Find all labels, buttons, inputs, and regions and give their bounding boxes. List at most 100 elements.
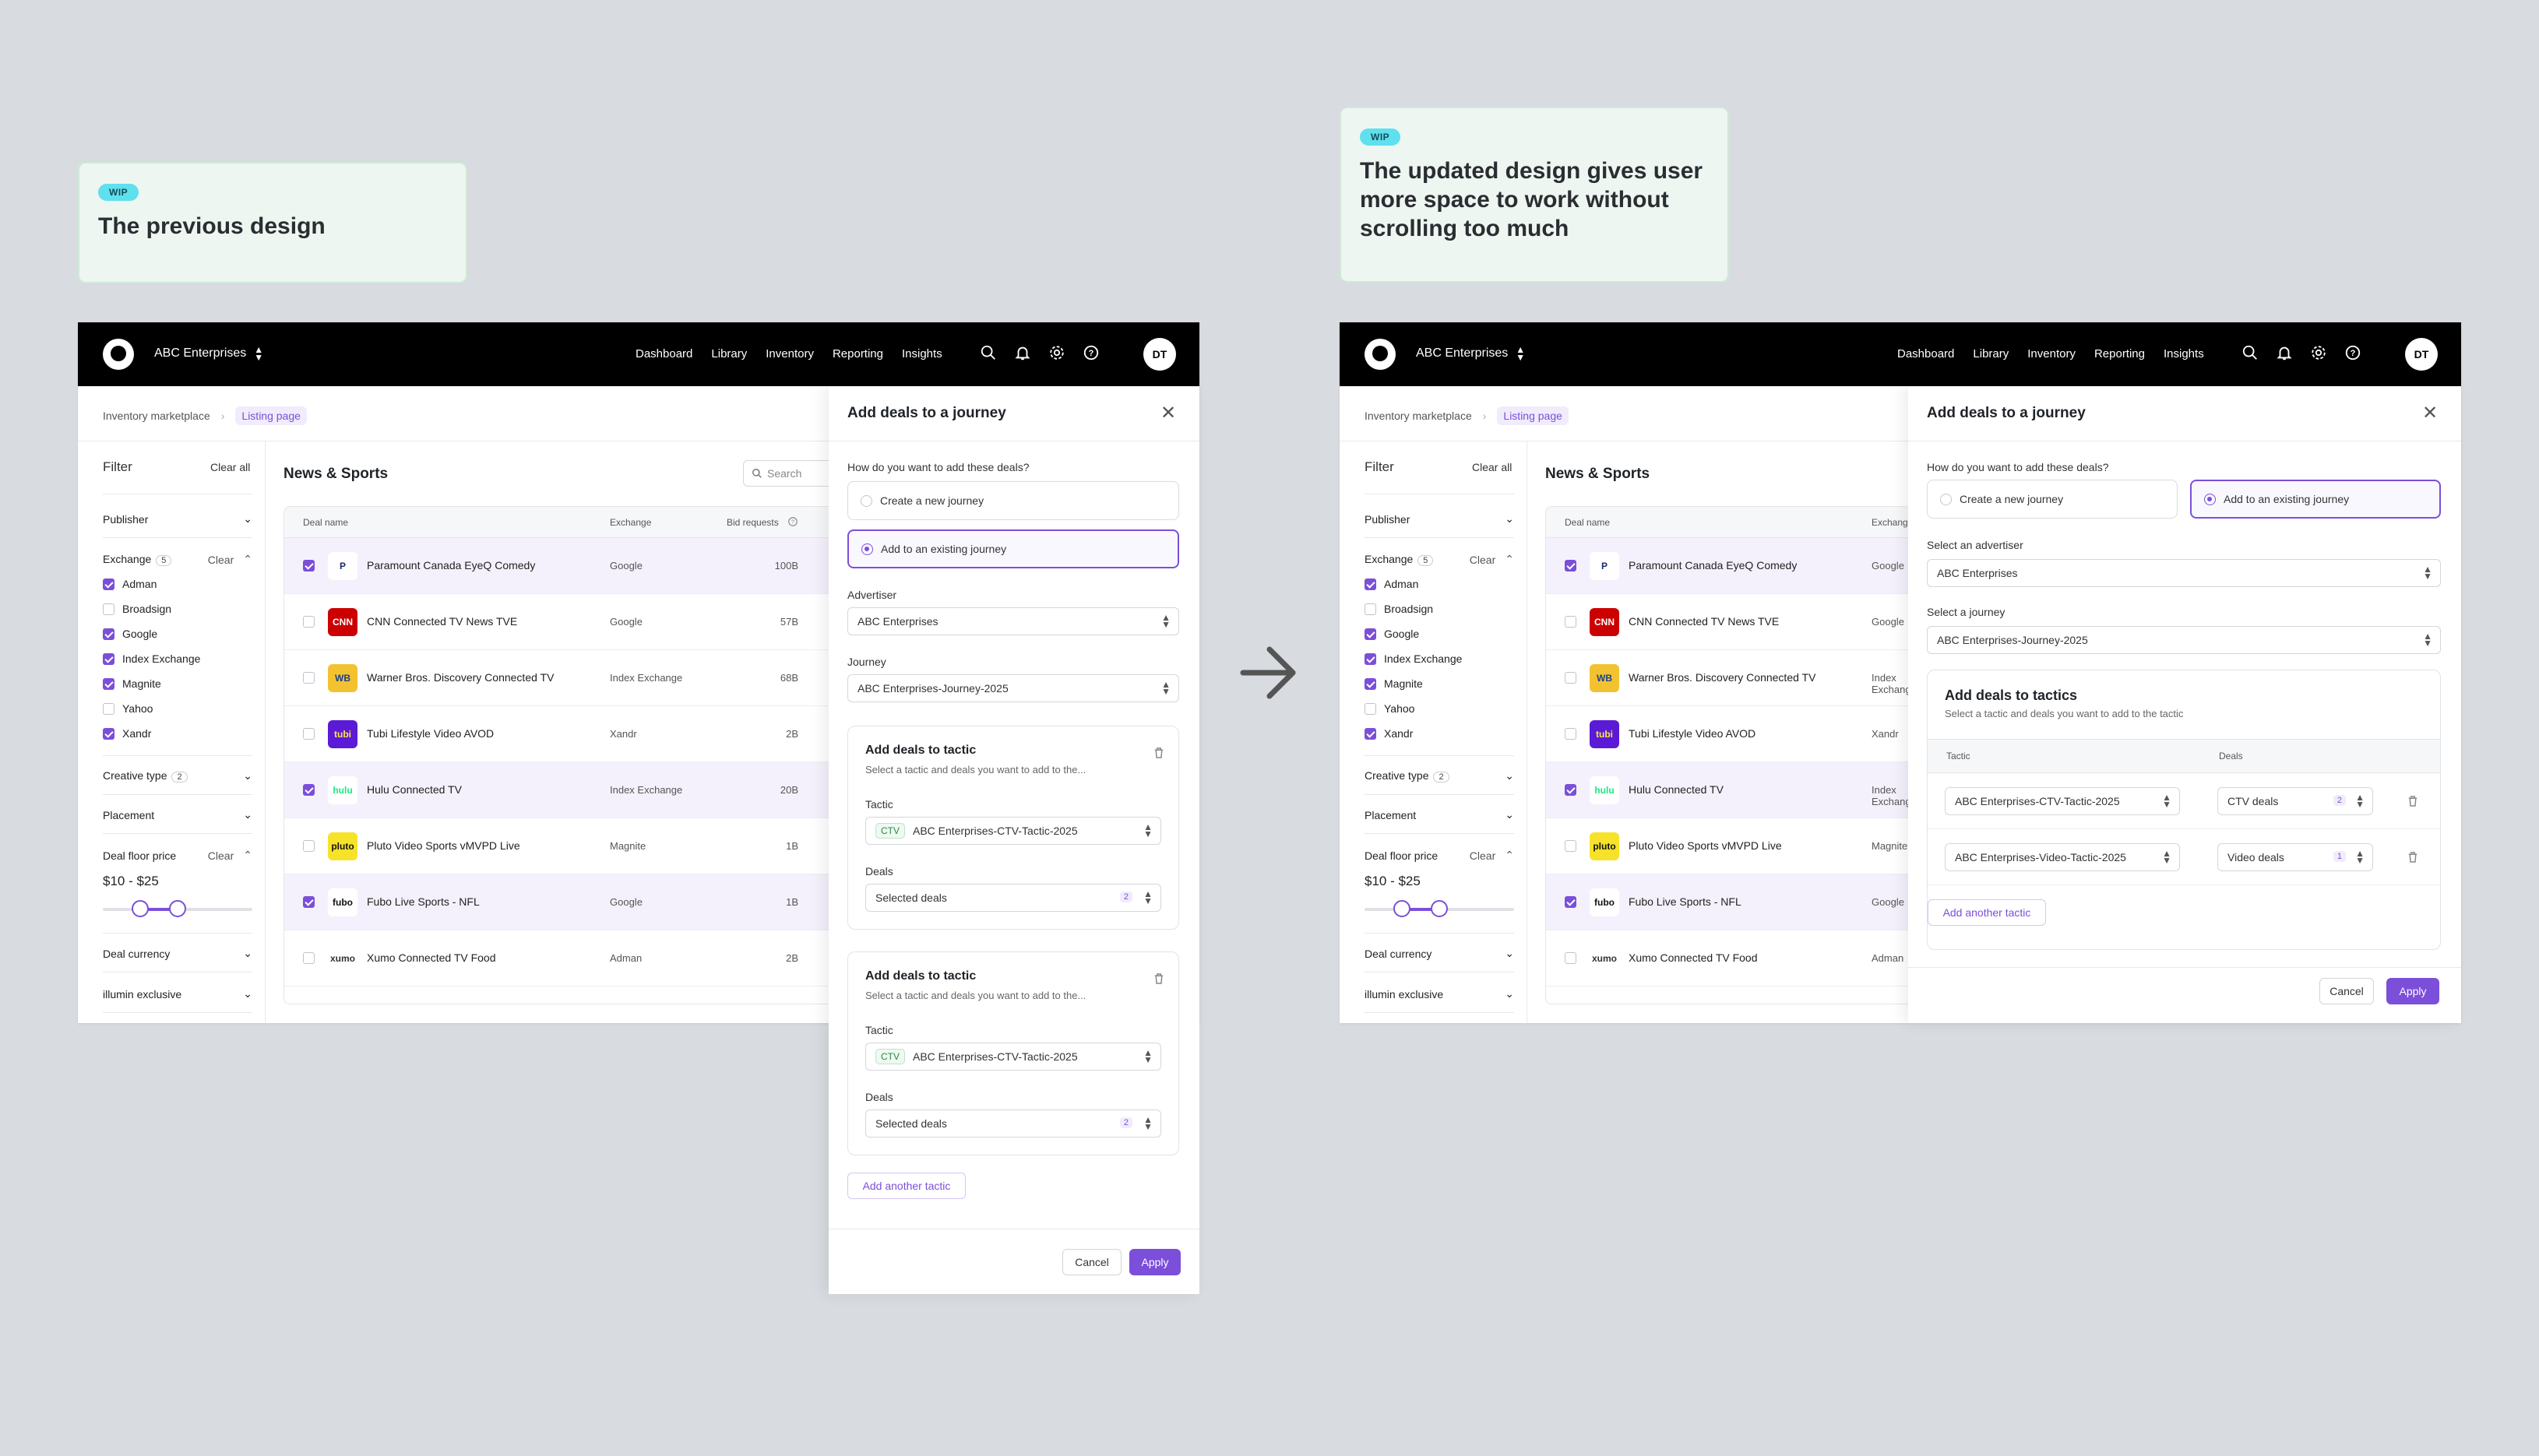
table-row[interactable]: WB Warner Bros. Discovery Connected TV I… — [284, 650, 851, 706]
trash-icon[interactable] — [2406, 793, 2420, 809]
row-checkbox[interactable] — [1565, 952, 1576, 964]
row-checkbox[interactable] — [1565, 728, 1576, 740]
close-icon[interactable]: ✕ — [2422, 402, 2438, 424]
filter-option[interactable]: Broadsign — [103, 603, 171, 615]
option-add-existing-journey[interactable]: Add to an existing journey — [2190, 480, 2441, 519]
row-checkbox[interactable] — [1565, 784, 1576, 796]
row-checkbox[interactable] — [1565, 616, 1576, 628]
checkbox[interactable] — [103, 578, 114, 590]
filter-publisher[interactable]: Publisher ⌄ — [103, 512, 252, 526]
filter-placement[interactable]: Placement ⌄ — [103, 808, 252, 821]
filter-placement[interactable]: Placement ⌄ — [1365, 808, 1514, 821]
row-checkbox[interactable] — [303, 616, 315, 628]
clear-price-button[interactable]: Clear — [208, 849, 234, 862]
clear-all-button[interactable]: Clear all — [210, 461, 250, 473]
deals-select[interactable]: CTV deals 2 ▲ ▼ — [2217, 787, 2373, 815]
tactic-select[interactable]: CTV ABC Enterprises-CTV-Tactic-2025 ▲ ▼ — [865, 1043, 1161, 1071]
journey-select[interactable]: ABC Enterprises-Journey-2025 ▲ ▼ — [847, 674, 1179, 702]
filter-creative-type[interactable]: Creative type 2 ⌄ — [1365, 769, 1514, 783]
filter-option[interactable]: Xandr — [103, 727, 151, 740]
checkbox[interactable] — [103, 677, 114, 690]
table-row[interactable]: P Paramount Canada EyeQ Comedy Google 10… — [284, 538, 851, 594]
price-slider[interactable] — [1365, 900, 1514, 917]
radio[interactable] — [861, 543, 873, 555]
filter-option[interactable]: Index Exchange — [103, 652, 200, 665]
logo-icon[interactable] — [1365, 339, 1396, 370]
tactic-select[interactable]: ABC Enterprises-Video-Tactic-2025 ▲ ▼ — [1945, 843, 2180, 871]
search-input[interactable]: Search — [743, 460, 836, 487]
cancel-button[interactable]: Cancel — [1062, 1249, 1122, 1275]
breadcrumb-inventory-marketplace[interactable]: Inventory marketplace — [103, 410, 210, 422]
table-row[interactable]: hulu Hulu Connected TV Index Exchange 20… — [284, 762, 851, 818]
filter-option[interactable]: Magnite — [1365, 677, 1423, 690]
checkbox[interactable] — [1365, 677, 1376, 690]
clear-exchange-button[interactable]: Clear — [1470, 554, 1495, 566]
help-icon[interactable]: ? — [2344, 344, 2361, 361]
add-another-tactic-button[interactable]: Add another tactic — [847, 1173, 966, 1199]
search-icon[interactable] — [2241, 344, 2259, 361]
row-checkbox[interactable] — [303, 672, 315, 684]
row-checkbox[interactable] — [303, 840, 315, 852]
table-row[interactable]: pluto Pluto Video Sports vMVPD Live Magn… — [284, 818, 851, 874]
slider-min-handle[interactable] — [132, 900, 149, 917]
filter-illumin-exclusive[interactable]: illumin exclusive ⌄ — [1365, 987, 1514, 1001]
table-row[interactable]: xumo Xumo Connected TV Food Adman 2B — [284, 930, 851, 986]
slider-max-handle[interactable] — [1431, 900, 1448, 917]
apply-button[interactable]: Apply — [1129, 1249, 1181, 1275]
nav-reporting[interactable]: Reporting — [833, 347, 883, 360]
filter-option[interactable]: Adman — [103, 578, 157, 590]
row-checkbox[interactable] — [303, 784, 315, 796]
checkbox[interactable] — [1365, 603, 1376, 615]
nav-dashboard[interactable]: Dashboard — [636, 347, 692, 360]
avatar[interactable]: DT — [1143, 338, 1176, 371]
help-icon[interactable]: ? — [1083, 344, 1100, 361]
trash-icon[interactable] — [1152, 745, 1166, 761]
filter-option[interactable]: Yahoo — [103, 702, 153, 715]
radio[interactable] — [2204, 493, 2216, 505]
table-row[interactable]: CNN CNN Connected TV News TVE Google 57B — [284, 594, 851, 650]
tactic-select[interactable]: CTV ABC Enterprises-CTV-Tactic-2025 ▲ ▼ — [865, 817, 1161, 845]
cancel-button[interactable]: Cancel — [2319, 978, 2374, 1004]
column-header-deal-name[interactable]: Deal name — [303, 517, 348, 528]
row-checkbox[interactable] — [1565, 672, 1576, 684]
column-header-deal-name[interactable]: Deal name — [1565, 517, 1610, 528]
row-checkbox[interactable] — [303, 952, 315, 964]
option-add-existing-journey[interactable]: Add to an existing journey — [847, 529, 1179, 568]
row-checkbox[interactable] — [303, 728, 315, 740]
filter-publisher[interactable]: Publisher ⌄ — [1365, 512, 1514, 526]
filter-option[interactable]: Google — [103, 628, 157, 640]
advertiser-select[interactable]: ABC Enterprises ▲ ▼ — [847, 607, 1179, 635]
deals-select[interactable]: Selected deals 2 ▲ ▼ — [865, 884, 1161, 912]
checkbox[interactable] — [1365, 702, 1376, 715]
add-another-tactic-button[interactable]: Add another tactic — [1928, 899, 2046, 926]
option-create-new-journey[interactable]: Create a new journey — [847, 481, 1179, 520]
checkbox[interactable] — [1365, 652, 1376, 665]
bell-icon[interactable] — [2276, 344, 2293, 361]
deals-select[interactable]: Video deals 1 ▲ ▼ — [2217, 843, 2373, 871]
tactic-select[interactable]: ABC Enterprises-CTV-Tactic-2025 ▲ ▼ — [1945, 787, 2180, 815]
trash-icon[interactable] — [1152, 971, 1166, 986]
filter-option[interactable]: Yahoo — [1365, 702, 1414, 715]
filter-option[interactable]: Adman — [1365, 578, 1418, 590]
checkbox[interactable] — [1365, 578, 1376, 590]
slider-min-handle[interactable] — [1393, 900, 1410, 917]
nav-library[interactable]: Library — [1973, 347, 2009, 360]
nav-insights[interactable]: Insights — [902, 347, 942, 360]
row-checkbox[interactable] — [303, 896, 315, 908]
price-slider[interactable] — [103, 900, 252, 917]
filter-option[interactable]: Xandr — [1365, 727, 1413, 740]
nav-reporting[interactable]: Reporting — [2094, 347, 2145, 360]
trash-icon[interactable] — [2406, 849, 2420, 865]
table-row[interactable]: WB Warner Bros. Discovery Connected TV I… — [1546, 650, 1910, 706]
clear-price-button[interactable]: Clear — [1470, 849, 1495, 862]
row-checkbox[interactable] — [1565, 896, 1576, 908]
checkbox[interactable] — [103, 603, 114, 615]
checkbox[interactable] — [1365, 628, 1376, 640]
avatar[interactable]: DT — [2405, 338, 2438, 371]
option-create-new-journey[interactable]: Create a new journey — [1927, 480, 2178, 519]
gear-icon[interactable] — [1048, 344, 1065, 361]
nav-insights[interactable]: Insights — [2164, 347, 2204, 360]
filter-exchange[interactable]: Exchange 5 Clear ⌃ — [1365, 553, 1514, 566]
table-row[interactable]: fubo Fubo Live Sports - NFL Google 1B — [284, 874, 851, 930]
nav-inventory[interactable]: Inventory — [2027, 347, 2076, 360]
